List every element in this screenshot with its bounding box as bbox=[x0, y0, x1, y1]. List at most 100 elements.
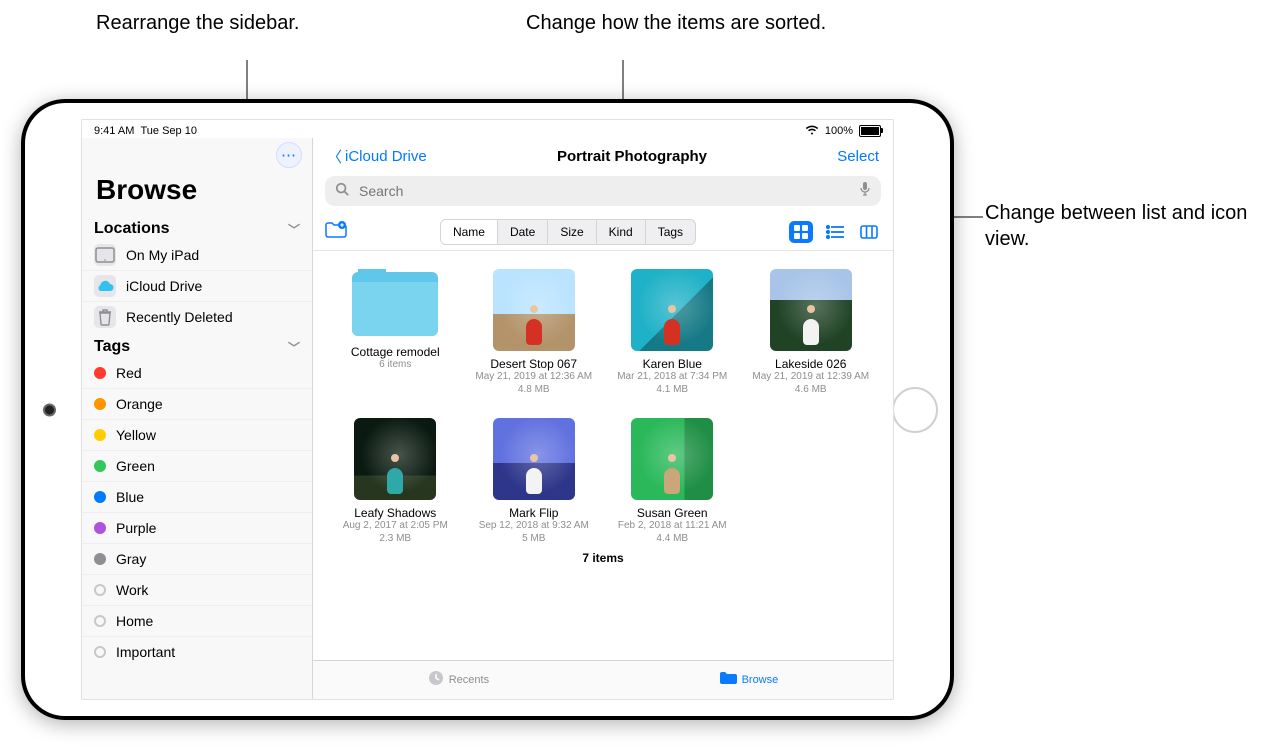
sidebar-item-label: Red bbox=[116, 365, 142, 381]
sidebar-item-label: Blue bbox=[116, 489, 144, 505]
sidebar-item-tag[interactable]: Gray bbox=[82, 543, 312, 574]
sidebar-item-label: On My iPad bbox=[126, 247, 199, 263]
sidebar-item-label: iCloud Drive bbox=[126, 278, 202, 294]
file-name: Mark Flip bbox=[509, 506, 558, 520]
tag-dot-icon bbox=[94, 491, 106, 503]
sidebar-item-location[interactable]: On My iPad bbox=[82, 240, 312, 270]
sidebar-item-label: Green bbox=[116, 458, 155, 474]
image-thumbnail bbox=[354, 418, 436, 500]
file-meta: Feb 2, 2018 at 11:21 AM4.4 MB bbox=[618, 520, 727, 545]
column-view-button[interactable] bbox=[857, 221, 881, 243]
sidebar-item-tag[interactable]: Important bbox=[82, 636, 312, 667]
sidebar-item-label: Home bbox=[116, 613, 153, 629]
search-bar[interactable] bbox=[325, 176, 881, 206]
item-count: 7 items bbox=[331, 545, 875, 571]
image-thumbnail bbox=[493, 418, 575, 500]
page-title: Portrait Photography bbox=[557, 148, 707, 165]
sort-option[interactable]: Kind bbox=[596, 220, 645, 244]
sort-option[interactable]: Size bbox=[547, 220, 595, 244]
annotation-sort: Change how the items are sorted. bbox=[526, 10, 826, 36]
tag-dot-icon bbox=[94, 429, 106, 441]
image-thumbnail bbox=[631, 418, 713, 500]
status-date: Tue Sep 10 bbox=[140, 125, 196, 137]
screen: 9:41 AM Tue Sep 10 100% ⋯ bbox=[81, 119, 894, 700]
battery-icon bbox=[859, 125, 881, 137]
sidebar: ⋯ Browse Locations ﹀ On My iPad iCloud Dr… bbox=[82, 138, 313, 699]
image-thumbnail bbox=[493, 269, 575, 351]
file-item[interactable]: Karen BlueMar 21, 2018 at 7:34 PM4.1 MB bbox=[608, 269, 737, 396]
status-time: 9:41 AM bbox=[94, 125, 134, 137]
sidebar-more-button[interactable]: ⋯ bbox=[276, 142, 302, 168]
sidebar-item-tag[interactable]: Orange bbox=[82, 388, 312, 419]
sort-option[interactable]: Name bbox=[441, 220, 497, 244]
sidebar-item-label: Yellow bbox=[116, 427, 156, 443]
clock-icon bbox=[428, 670, 444, 690]
sidebar-item-tag[interactable]: Blue bbox=[82, 481, 312, 512]
tag-dot-icon bbox=[94, 367, 106, 379]
sort-segmented-control[interactable]: NameDateSizeKindTags bbox=[440, 219, 696, 245]
sidebar-item-tag[interactable]: Red bbox=[82, 358, 312, 388]
select-button[interactable]: Select bbox=[837, 148, 879, 165]
file-item[interactable]: Mark FlipSep 12, 2018 at 9:32 AM5 MB bbox=[470, 418, 599, 545]
main-panel: 〈 iCloud Drive Portrait Photography Sele… bbox=[313, 138, 893, 699]
file-item[interactable]: Susan GreenFeb 2, 2018 at 11:21 AM4.4 MB bbox=[608, 418, 737, 545]
list-view-button[interactable] bbox=[823, 221, 847, 243]
sidebar-item-tag[interactable]: Purple bbox=[82, 512, 312, 543]
file-meta: May 21, 2019 at 12:39 AM4.6 MB bbox=[752, 371, 869, 396]
sort-option[interactable]: Date bbox=[497, 220, 547, 244]
sidebar-item-tag[interactable]: Yellow bbox=[82, 419, 312, 450]
tags-header[interactable]: Tags ﹀ bbox=[82, 332, 312, 358]
sidebar-title: Browse bbox=[82, 172, 312, 214]
camera-dot bbox=[43, 403, 56, 416]
status-bar: 9:41 AM Tue Sep 10 100% bbox=[82, 120, 893, 139]
search-input[interactable] bbox=[357, 182, 851, 200]
image-thumbnail bbox=[631, 269, 713, 351]
file-item[interactable]: Desert Stop 067May 21, 2019 at 12:36 AM4… bbox=[470, 269, 599, 396]
file-name: Leafy Shadows bbox=[354, 506, 436, 520]
file-grid: Cottage remodel6 itemsDesert Stop 067May… bbox=[313, 251, 893, 660]
sidebar-item-tag[interactable]: Home bbox=[82, 605, 312, 636]
file-item[interactable]: Cottage remodel6 items bbox=[331, 269, 460, 396]
annotation-sidebar: Rearrange the sidebar. bbox=[96, 10, 299, 36]
cloud-icon bbox=[94, 275, 116, 297]
tag-dot-icon bbox=[94, 646, 106, 658]
home-button[interactable] bbox=[892, 387, 938, 433]
chevron-down-icon: ﹀ bbox=[288, 221, 300, 238]
file-meta: May 21, 2019 at 12:36 AM4.8 MB bbox=[475, 371, 592, 396]
sidebar-item-location[interactable]: iCloud Drive bbox=[82, 270, 312, 301]
file-name: Lakeside 026 bbox=[775, 357, 846, 371]
file-meta: Mar 21, 2018 at 7:34 PM4.1 MB bbox=[617, 371, 727, 396]
file-meta: Aug 2, 2017 at 2:05 PM2.3 MB bbox=[343, 520, 448, 545]
tab-browse[interactable]: Browse bbox=[719, 671, 779, 689]
wifi-icon bbox=[805, 124, 819, 138]
file-name: Desert Stop 067 bbox=[490, 357, 577, 371]
sidebar-item-location[interactable]: Recently Deleted bbox=[82, 301, 312, 332]
file-item[interactable]: Lakeside 026May 21, 2019 at 12:39 AM4.6 … bbox=[747, 269, 876, 396]
icon-view-button[interactable] bbox=[789, 221, 813, 243]
sidebar-item-label: Orange bbox=[116, 396, 163, 412]
new-folder-button[interactable] bbox=[325, 221, 347, 244]
folder-icon bbox=[719, 671, 737, 689]
sidebar-item-tag[interactable]: Green bbox=[82, 450, 312, 481]
trash-icon bbox=[94, 306, 116, 328]
mic-icon[interactable] bbox=[859, 181, 871, 201]
tab-recents[interactable]: Recents bbox=[428, 670, 489, 690]
file-meta: Sep 12, 2018 at 9:32 AM5 MB bbox=[479, 520, 589, 545]
device-frame: 9:41 AM Tue Sep 10 100% ⋯ bbox=[21, 99, 954, 720]
sidebar-item-label: Recently Deleted bbox=[126, 309, 233, 325]
locations-list: On My iPad iCloud Drive Recently Deleted bbox=[82, 240, 312, 332]
sidebar-item-tag[interactable]: Work bbox=[82, 574, 312, 605]
toolbar: NameDateSizeKindTags bbox=[313, 214, 893, 251]
locations-header[interactable]: Locations ﹀ bbox=[82, 214, 312, 240]
tag-dot-icon bbox=[94, 522, 106, 534]
sort-option[interactable]: Tags bbox=[645, 220, 695, 244]
tags-list: Red Orange Yellow Green Blue Purple GrayWork Ho… bbox=[82, 358, 312, 699]
file-name: Karen Blue bbox=[643, 357, 702, 371]
sidebar-item-label: Purple bbox=[116, 520, 156, 536]
chevron-down-icon: ﹀ bbox=[288, 339, 300, 356]
tag-dot-icon bbox=[94, 553, 106, 565]
chevron-left-icon: 〈 bbox=[327, 146, 342, 167]
search-icon bbox=[335, 182, 349, 201]
back-button[interactable]: 〈 iCloud Drive bbox=[327, 146, 427, 167]
file-item[interactable]: Leafy ShadowsAug 2, 2017 at 2:05 PM2.3 M… bbox=[331, 418, 460, 545]
